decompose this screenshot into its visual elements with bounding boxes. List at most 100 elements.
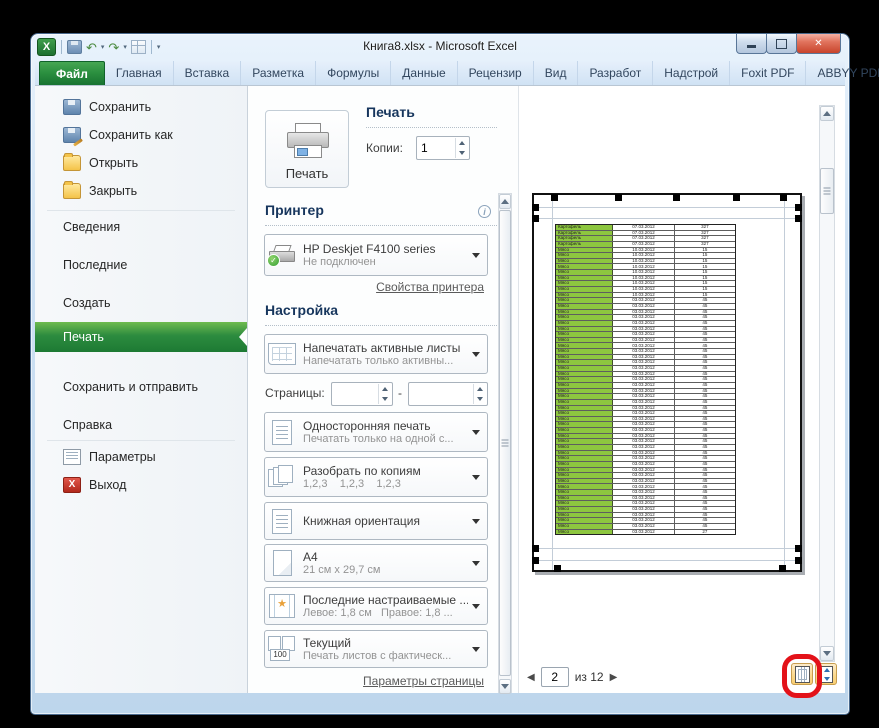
pages-from-increase-icon[interactable] (382, 387, 388, 391)
scrollbar-thumb[interactable] (820, 168, 834, 214)
settings-scrollbar[interactable] (498, 193, 512, 693)
info-icon[interactable]: i (478, 205, 491, 218)
margin-handle[interactable] (795, 215, 802, 222)
pages-to-increase-icon[interactable] (477, 387, 483, 391)
scroll-down-button[interactable] (499, 679, 511, 694)
copies-input[interactable] (419, 138, 459, 158)
minimize-button[interactable] (736, 34, 767, 54)
tab-insert[interactable]: Вставка (174, 61, 242, 85)
tab-review[interactable]: Рецензир (458, 61, 534, 85)
footer-margin-line[interactable] (534, 560, 800, 561)
nav-print[interactable]: Печать (35, 322, 247, 352)
zoom-to-page-button[interactable] (815, 663, 837, 685)
nav-options[interactable]: Параметры (35, 446, 247, 468)
paper-size-select[interactable]: A4 21 см x 29,7 см (264, 544, 488, 582)
page-setup-link[interactable]: Параметры страницы (363, 674, 484, 688)
copies-stepper[interactable] (416, 136, 470, 160)
printer-properties-link[interactable]: Свойства принтера (376, 280, 484, 294)
bottom-margin-line[interactable] (534, 548, 800, 549)
nav-help[interactable]: Справка (35, 414, 247, 436)
next-page-button[interactable]: ▶ (610, 672, 618, 683)
table-cell: 03.03.2012 (613, 434, 674, 439)
tab-home[interactable]: Главная (105, 61, 174, 85)
pages-to-stepper[interactable] (408, 382, 488, 406)
close-button[interactable]: ✕ (796, 34, 841, 54)
column-handle[interactable] (673, 194, 680, 201)
tab-foxit-pdf[interactable]: Foxit PDF (730, 61, 806, 85)
scroll-up-button[interactable] (499, 194, 511, 209)
collate-select[interactable]: Разобрать по копиям 1,2,3 1,2,3 1,2,3 (264, 457, 488, 497)
restore-button[interactable] (766, 34, 797, 54)
print-button[interactable]: Печать (265, 110, 349, 188)
table-cell: 03.03.2012 (613, 484, 674, 489)
table-cell: Мясо (556, 321, 613, 326)
scrollbar-thumb[interactable] (499, 210, 511, 676)
margin-handle[interactable] (532, 204, 539, 211)
left-margin-line[interactable] (552, 195, 553, 570)
top-margin-line[interactable] (534, 218, 800, 219)
current-page-input[interactable] (541, 667, 569, 687)
margin-handle[interactable] (795, 204, 802, 211)
tab-view[interactable]: Вид (534, 61, 579, 85)
tab-developer[interactable]: Разработ (578, 61, 653, 85)
table-cell: 10.03.2012 (613, 270, 674, 275)
pages-to-input[interactable] (411, 384, 470, 404)
scroll-up-button[interactable] (820, 106, 834, 121)
copies-label: Копии: (366, 141, 403, 155)
divider (265, 324, 497, 326)
tab-file[interactable]: Файл (39, 61, 105, 85)
pages-from-input[interactable] (334, 384, 380, 404)
printer-select[interactable]: ✓ HP Deskjet F4100 series Не подключен (264, 234, 488, 276)
margin-handle[interactable] (779, 565, 786, 572)
table-cell: 10.03.2012 (613, 281, 674, 286)
nav-recent[interactable]: Последние (35, 254, 247, 276)
nav-open[interactable]: Открыть (35, 152, 247, 174)
scroll-down-button[interactable] (820, 646, 834, 661)
show-margins-button[interactable] (791, 663, 813, 685)
previous-page-button[interactable]: ◀ (527, 672, 535, 683)
nav-new[interactable]: Создать (35, 292, 247, 314)
scaling-select[interactable]: 100 Текущий Печать листов с фактическ... (264, 630, 488, 668)
column-handle[interactable] (551, 194, 558, 201)
nav-exit[interactable]: X Выход (35, 474, 247, 496)
nav-save-as[interactable]: Сохранить как (35, 124, 247, 146)
column-handle[interactable] (780, 194, 787, 201)
margin-handle[interactable] (795, 557, 802, 564)
table-cell: 03.03.2012 (613, 513, 674, 518)
nav-save[interactable]: Сохранить (35, 96, 247, 118)
pages-to-decrease-icon[interactable] (477, 397, 483, 401)
thumb-grip-icon (502, 440, 509, 447)
print-what-select[interactable]: Напечатать активные листы Напечатать тол… (264, 334, 488, 374)
margin-handle[interactable] (532, 545, 539, 552)
tab-data[interactable]: Данные (391, 61, 457, 85)
margin-handle[interactable] (532, 557, 539, 564)
margins-select[interactable]: Последние настраиваемые ... Левое: 1,8 с… (264, 587, 488, 625)
nav-info[interactable]: Сведения (35, 216, 247, 238)
nav-save-send[interactable]: Сохранить и отправить (35, 376, 247, 398)
tab-formulas[interactable]: Формулы (316, 61, 391, 85)
margin-handle[interactable] (532, 215, 539, 222)
column-handle[interactable] (733, 194, 740, 201)
preview-scrollbar[interactable] (819, 105, 835, 662)
margin-handle[interactable] (554, 565, 561, 572)
orientation-select[interactable]: Книжная ориентация (264, 502, 488, 540)
tab-page-layout[interactable]: Разметка (241, 61, 316, 85)
copies-decrease-icon[interactable] (459, 151, 465, 155)
table-cell: 03.03.2012 (613, 417, 674, 422)
tab-abbyy-pdf[interactable]: ABBYY PDF (806, 61, 879, 85)
copies-increase-icon[interactable] (459, 141, 465, 145)
duplex-select[interactable]: Односторонняя печать Печатать только на … (264, 412, 488, 452)
margin-handle[interactable] (795, 545, 802, 552)
table-cell: 45 (675, 473, 735, 478)
pages-from-stepper[interactable] (331, 382, 393, 406)
column-handle[interactable] (615, 194, 622, 201)
table-cell: 03.03.2012 (613, 490, 674, 495)
right-margin-line[interactable] (784, 195, 785, 570)
nav-close[interactable]: Закрыть (35, 180, 247, 202)
table-cell: 03.03.2012 (613, 343, 674, 348)
tab-addins[interactable]: Надстрой (653, 61, 730, 85)
pages-from-decrease-icon[interactable] (382, 397, 388, 401)
table-cell: 45 (675, 462, 735, 467)
table-cell: Мясо (556, 507, 613, 512)
header-margin-line[interactable] (534, 207, 800, 208)
